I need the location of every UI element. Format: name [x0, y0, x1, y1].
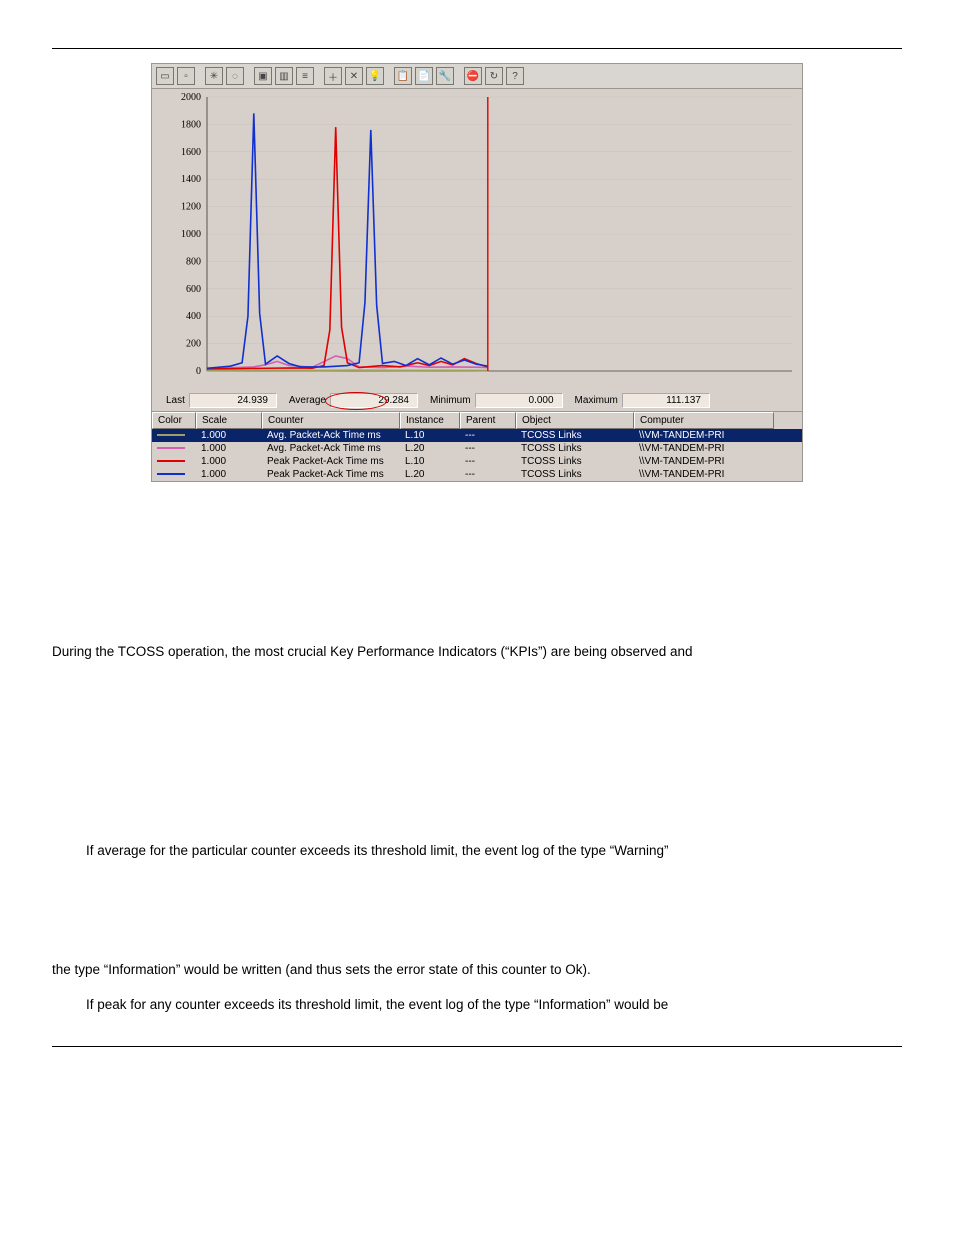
clear-display-icon[interactable]: ▫	[177, 67, 195, 85]
body-text: During the TCOSS operation, the most cru…	[52, 642, 902, 1016]
value-last: 24.939	[189, 393, 277, 408]
svg-text:1800: 1800	[181, 119, 201, 130]
legend-row[interactable]: 1.000Avg. Packet-Ack Time msL.10---TCOSS…	[152, 429, 802, 442]
cell-parent: ---	[460, 468, 516, 481]
cell-instance: L.10	[400, 455, 460, 468]
blank-gap	[52, 677, 902, 827]
legend-row[interactable]: 1.000Peak Packet-Ack Time msL.10---TCOSS…	[152, 455, 802, 468]
add-icon[interactable]: ＋	[324, 67, 342, 85]
report-view-icon[interactable]: ≡	[296, 67, 314, 85]
cell-computer: \\VM-TANDEM-PRI	[634, 468, 774, 481]
cell-scale: 1.000	[196, 455, 262, 468]
legend-row[interactable]: 1.000Avg. Packet-Ack Time msL.20---TCOSS…	[152, 442, 802, 455]
col-computer[interactable]: Computer	[634, 412, 774, 429]
col-instance[interactable]: Instance	[400, 412, 460, 429]
cell-instance: L.10	[400, 429, 460, 442]
svg-text:600: 600	[186, 284, 201, 295]
svg-text:1400: 1400	[181, 174, 201, 185]
cell-parent: ---	[460, 442, 516, 455]
para-1: During the TCOSS operation, the most cru…	[52, 642, 902, 663]
cell-color	[152, 468, 196, 481]
cell-object: TCOSS Links	[516, 455, 634, 468]
col-counter[interactable]: Counter	[262, 412, 400, 429]
svg-text:0: 0	[196, 366, 201, 377]
value-average: 29.284	[330, 393, 418, 408]
properties-icon[interactable]: 🔧	[436, 67, 454, 85]
cell-computer: \\VM-TANDEM-PRI	[634, 429, 774, 442]
cell-object: TCOSS Links	[516, 429, 634, 442]
label-last: Last	[158, 395, 185, 406]
perfmon-panel: ▭▫ ✳◌ ▣▥≡ ＋✕💡 📋📄🔧 ⛔↻? 0 200 400 600 800 1000 1200 14…	[151, 63, 803, 482]
cell-parent: ---	[460, 429, 516, 442]
chart-view-icon[interactable]: ▣	[254, 67, 272, 85]
cell-instance: L.20	[400, 442, 460, 455]
view-log-icon[interactable]: ◌	[226, 67, 244, 85]
cell-scale: 1.000	[196, 468, 262, 481]
perfmon-chart: 0 200 400 600 800 1000 1200 1400 1600 1800 2000	[152, 89, 802, 389]
annotation-circle	[325, 392, 387, 410]
rule-top	[52, 48, 902, 49]
cell-counter: Peak Packet-Ack Time ms	[262, 468, 400, 481]
cell-object: TCOSS Links	[516, 442, 634, 455]
label-maximum: Maximum	[567, 395, 618, 406]
help-icon[interactable]: ?	[506, 67, 524, 85]
paste-icon[interactable]: 📄	[415, 67, 433, 85]
view-current-icon[interactable]: ✳	[205, 67, 223, 85]
cell-parent: ---	[460, 455, 516, 468]
value-maximum: 111.137	[622, 393, 710, 408]
svg-text:800: 800	[186, 256, 201, 267]
col-object[interactable]: Object	[516, 412, 634, 429]
cell-color	[152, 429, 196, 442]
cell-counter: Peak Packet-Ack Time ms	[262, 455, 400, 468]
cell-computer: \\VM-TANDEM-PRI	[634, 455, 774, 468]
cell-instance: L.20	[400, 468, 460, 481]
col-color[interactable]: Color	[152, 412, 196, 429]
cell-scale: 1.000	[196, 442, 262, 455]
svg-text:200: 200	[186, 339, 201, 350]
perfmon-stats: Last 24.939 Average 29.284 Minimum 0.000…	[152, 389, 802, 411]
label-minimum: Minimum	[422, 395, 471, 406]
value-minimum: 0.000	[475, 393, 563, 408]
cell-object: TCOSS Links	[516, 468, 634, 481]
new-counter-set-icon[interactable]: ▭	[156, 67, 174, 85]
cell-counter: Avg. Packet-Ack Time ms	[262, 442, 400, 455]
delete-icon[interactable]: ✕	[345, 67, 363, 85]
blank-gap-2	[52, 876, 902, 946]
freeze-icon[interactable]: ⛔	[464, 67, 482, 85]
svg-text:1600: 1600	[181, 147, 201, 158]
cell-scale: 1.000	[196, 429, 262, 442]
svg-text:400: 400	[186, 311, 201, 322]
cell-computer: \\VM-TANDEM-PRI	[634, 442, 774, 455]
para-4: If peak for any counter exceeds its thre…	[52, 995, 902, 1016]
para-2: If average for the particular counter ex…	[52, 841, 902, 862]
legend-header: Color Scale Counter Instance Parent Obje…	[152, 411, 802, 429]
cell-color	[152, 442, 196, 455]
update-icon[interactable]: ↻	[485, 67, 503, 85]
svg-text:1200: 1200	[181, 202, 201, 213]
histogram-view-icon[interactable]: ▥	[275, 67, 293, 85]
cell-counter: Avg. Packet-Ack Time ms	[262, 429, 400, 442]
cell-color	[152, 455, 196, 468]
col-scale[interactable]: Scale	[196, 412, 262, 429]
svg-text:1000: 1000	[181, 229, 201, 240]
col-parent[interactable]: Parent	[460, 412, 516, 429]
label-average: Average	[281, 395, 326, 406]
svg-text:2000: 2000	[181, 92, 201, 103]
rule-bottom	[52, 1046, 902, 1047]
legend-rows: 1.000Avg. Packet-Ack Time msL.10---TCOSS…	[152, 429, 802, 481]
perfmon-toolbar: ▭▫ ✳◌ ▣▥≡ ＋✕💡 📋📄🔧 ⛔↻?	[152, 64, 802, 89]
highlight-icon[interactable]: 💡	[366, 67, 384, 85]
para-3: the type “Information” would be written …	[52, 960, 902, 981]
legend-row[interactable]: 1.000Peak Packet-Ack Time msL.20---TCOSS…	[152, 468, 802, 481]
copy-icon[interactable]: 📋	[394, 67, 412, 85]
